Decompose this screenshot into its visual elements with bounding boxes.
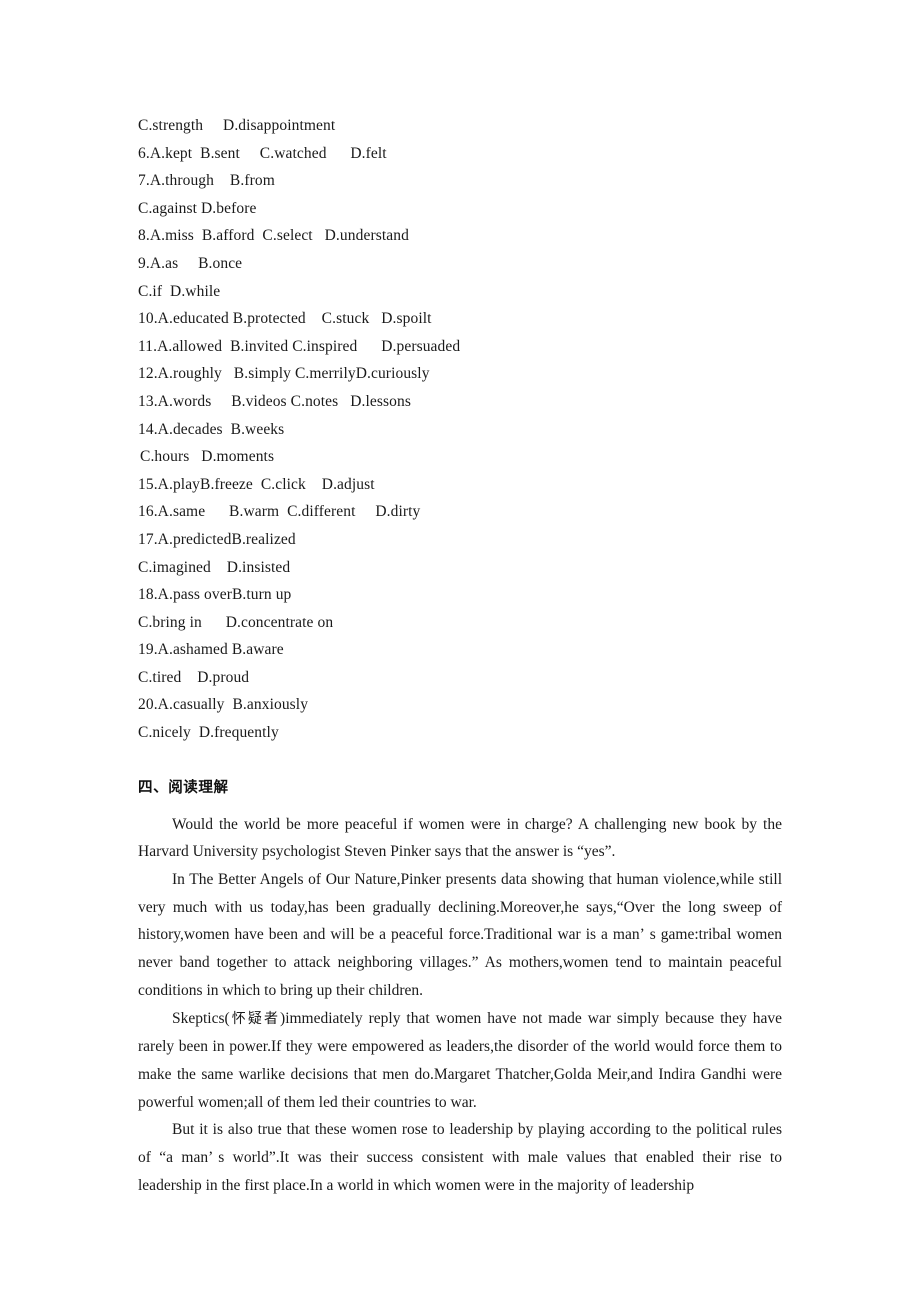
passage-paragraph: In The Better Angels of Our Nature,Pinke…	[138, 866, 782, 1005]
apostrophe-mark: ’	[639, 926, 645, 944]
cloze-option-line: 13.A.words B.videos C.notes D.lessons	[138, 392, 411, 410]
cloze-option-line: C.against D.before	[138, 199, 257, 217]
passage-text: s world”.It was their success consistent…	[138, 1149, 782, 1194]
worksheet-page: C.strength D.disappointment 6.A.kept B.se…	[0, 0, 920, 1302]
cloze-option-line: 17.A.predictedB.realized	[138, 530, 296, 548]
cloze-option-line: 6.A.kept B.sent C.watched D.felt	[138, 144, 387, 162]
cloze-option-line: 8.A.miss B.afford C.select D.understand	[138, 227, 409, 245]
cloze-option-line: 9.A.as B.once	[138, 254, 243, 272]
cloze-option-line: C.strength D.disappointment	[138, 117, 336, 134]
cloze-option-line: 18.A.pass overB.turn up	[138, 586, 292, 604]
cloze-option-line: C.hours D.moments	[140, 448, 275, 466]
cloze-option-line: 16.A.same B.warm C.different D.dirty	[138, 503, 421, 521]
cloze-option-line: 14.A.decades B.weeks	[138, 420, 285, 438]
cloze-option-line: 10.A.educated B.protected C.stuck D.spoi…	[138, 310, 432, 328]
cloze-option-line: 20.A.casually B.anxiously	[138, 696, 309, 714]
reading-passage: Would the world be more peaceful if wome…	[138, 811, 782, 1200]
cloze-option-line: C.if D.while	[138, 282, 221, 300]
passage-text: Skeptics(	[172, 1009, 230, 1027]
cloze-option-line: C.tired D.proud	[138, 668, 250, 686]
cloze-option-line: C.imagined D.insisted	[138, 558, 291, 576]
cloze-option-line: 11.A.allowed B.invited C.inspired D.pers…	[138, 337, 461, 355]
cloze-option-line: C.nicely D.frequently	[138, 724, 279, 742]
cloze-option-line: 15.A.playB.freeze C.click D.adjust	[138, 475, 375, 493]
cloze-option-line: 7.A.through B.from	[138, 172, 275, 190]
chinese-gloss: 怀疑者	[229, 1010, 281, 1027]
passage-paragraph: Would the world be more peaceful if wome…	[138, 815, 782, 861]
cloze-option-line: 19.A.ashamed B.aware	[138, 641, 284, 659]
passage-paragraph: Skeptics(怀疑者)immediately reply that wome…	[138, 1005, 782, 1117]
cloze-options-list: C.strength D.disappointment 6.A.kept B.se…	[138, 112, 782, 747]
cloze-option-line: 12.A.roughly B.simply C.merrilyD.curious…	[138, 365, 430, 383]
apostrophe-mark: ’	[208, 1149, 214, 1167]
page-content: C.strength D.disappointment 6.A.kept B.se…	[138, 112, 782, 1200]
passage-paragraph: But it is also true that these women ros…	[138, 1116, 782, 1199]
section-heading-reading-comprehension: 四、阅读理解	[138, 779, 229, 796]
cloze-option-line: C.bring in D.concentrate on	[138, 613, 334, 631]
